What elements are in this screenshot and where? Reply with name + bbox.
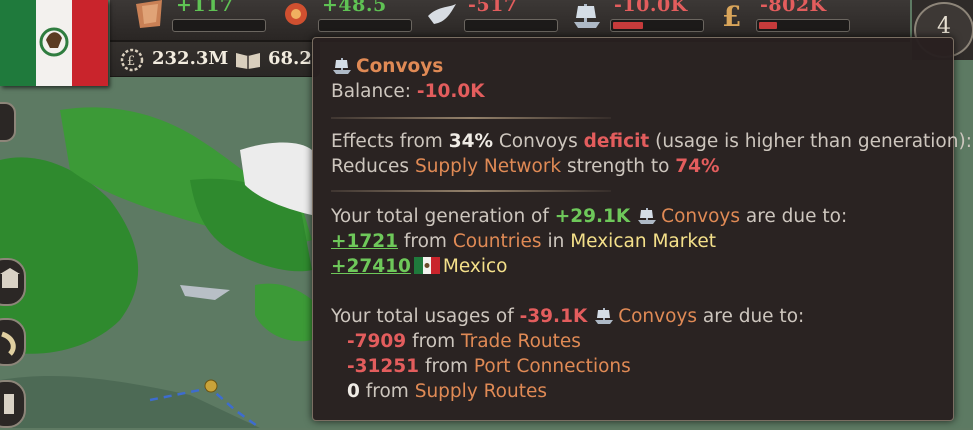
side-panel-button-institutions[interactable] [0, 258, 26, 306]
generation-source-value[interactable]: +1721 [331, 231, 398, 252]
usage-source-row: -31251 from Port Connections [347, 356, 631, 377]
country-flag-mexico[interactable] [0, 0, 108, 86]
ship-icon [333, 58, 351, 74]
resource-bar [464, 19, 558, 32]
svg-text:£: £ [722, 0, 741, 30]
alert-count: 4 [937, 14, 951, 39]
usage-source-value: -7909 [347, 331, 407, 352]
resource-influence[interactable]: +48.5 [278, 0, 418, 36]
reduces-percent: 74% [675, 156, 720, 177]
usage-source-row: -7909 from Trade Routes [347, 331, 581, 352]
effects-mid: Convoys [498, 131, 578, 152]
supply-network-link[interactable]: Supply Network [415, 156, 561, 177]
divider [331, 117, 611, 119]
gdp-gear-icon: £ [120, 48, 144, 72]
usage-source-value: 0 [347, 381, 360, 402]
convoys-tooltip: Convoys Balance: -10.0K Effects from 34%… [312, 37, 972, 421]
generation-row: Your total generation of +29.1K Convoys … [331, 206, 847, 227]
from-text: from [412, 331, 456, 352]
side-panel-toggle[interactable] [0, 102, 16, 142]
top-resource-bar: +117 +48.5 -517 -10.0K £ -802K [110, 0, 910, 42]
bullion-icon [136, 0, 162, 28]
resource-bar-fill [759, 22, 777, 29]
influence-icon [285, 3, 307, 25]
tooltip-title-row: Convoys [331, 56, 443, 77]
usage-prefix: Your total usages of [331, 306, 514, 327]
resource-bar [318, 19, 412, 32]
effects-deficit: deficit [583, 131, 650, 152]
country-link-mexico[interactable]: Mexico [443, 256, 508, 277]
usage-source-row: 0 from Supply Routes [347, 381, 547, 402]
from-text: from [424, 356, 468, 377]
effects-row: Effects from 34% Convoys deficit (usage … [331, 131, 972, 152]
resource-value: -10.0K [614, 0, 688, 16]
effects-percent: 34% [448, 131, 493, 152]
resource-bullion[interactable]: +117 [132, 0, 272, 36]
trade-routes-link[interactable]: Trade Routes [461, 331, 581, 352]
svg-text:£: £ [127, 54, 135, 69]
convoys-link[interactable]: Convoys [661, 206, 740, 227]
building-icon [0, 268, 20, 288]
resource-bar [610, 19, 704, 32]
generation-source-row: +1721 from Countries in Mexican Market [331, 231, 716, 252]
tower-icon [4, 394, 14, 414]
usage-suffix: are due to: [702, 306, 805, 327]
gdp-value[interactable]: 232.3M [152, 48, 228, 69]
in-text: in [547, 231, 565, 252]
generation-source-value[interactable]: +27410 [331, 256, 411, 277]
balance-value: -10.0K [416, 81, 485, 102]
usage-row: Your total usages of -39.1K Convoys are … [331, 306, 804, 327]
resource-value: -802K [760, 0, 827, 16]
usage-value: -39.1K [519, 306, 588, 327]
divider [331, 190, 611, 192]
generation-value: +29.1K [554, 206, 631, 227]
side-panel-button-military[interactable] [0, 318, 26, 366]
market-link[interactable]: Mexican Market [570, 231, 716, 252]
resource-convoys[interactable]: -10.0K [570, 0, 710, 36]
reduces-row: Reduces Supply Network strength to 74% [331, 156, 720, 177]
reduces-mid: strength to [567, 156, 670, 177]
reduces-prefix: Reduces [331, 156, 410, 177]
resource-bar [172, 19, 266, 32]
supply-routes-link[interactable]: Supply Routes [415, 381, 547, 402]
countries-link[interactable]: Countries [453, 231, 542, 252]
side-panel-button-buildings[interactable] [0, 380, 26, 428]
resource-bar [756, 19, 850, 32]
resource-value: +48.5 [322, 0, 387, 16]
resource-bar-fill [613, 22, 643, 29]
from-text: from [403, 231, 447, 252]
balance-row: Balance: -10.0K [331, 81, 485, 102]
tooltip-title: Convoys [356, 56, 444, 77]
generation-suffix: are due to: [745, 206, 848, 227]
port-connections-link[interactable]: Port Connections [474, 356, 631, 377]
book-icon [236, 53, 260, 69]
convoys-link[interactable]: Convoys [618, 306, 697, 327]
ship-icon [638, 208, 657, 224]
from-text: from [365, 381, 409, 402]
usage-source-value: -31251 [347, 356, 420, 377]
resource-value: -517 [468, 0, 518, 16]
pound-icon: £ [722, 0, 741, 30]
horn-icon [1, 331, 16, 356]
ship-icon [595, 308, 614, 324]
generation-prefix: Your total generation of [331, 206, 549, 227]
mexico-flag-icon [413, 257, 440, 274]
resource-peace[interactable]: -517 [424, 0, 564, 36]
peace-dove-icon [428, 4, 456, 24]
literacy-value[interactable]: 68.2 [268, 48, 312, 69]
effects-suffix: (usage is higher than generation): [655, 131, 972, 152]
secondary-stats-bar: £ 232.3M 68.2 [110, 42, 320, 77]
effects-prefix: Effects from [331, 131, 443, 152]
ship-icon [574, 4, 600, 28]
generation-source-row: +27410 Mexico [331, 256, 507, 277]
resource-value: +117 [176, 0, 234, 16]
balance-label: Balance: [331, 81, 412, 102]
resource-money[interactable]: £ -802K [716, 0, 856, 36]
